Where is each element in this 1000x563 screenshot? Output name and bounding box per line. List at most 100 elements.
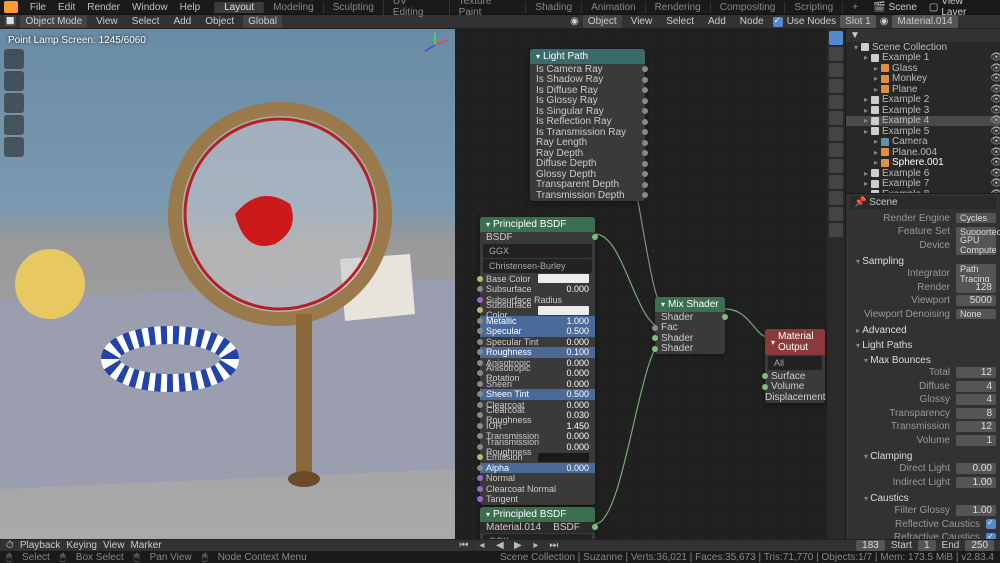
socket-out[interactable]: Is Camera Ray xyxy=(536,64,603,75)
menu-edit[interactable]: Edit xyxy=(52,2,81,13)
material-slot-selector[interactable]: Slot 1 xyxy=(840,15,876,28)
section-maxbounces[interactable]: Max Bounces xyxy=(850,352,996,367)
node-header[interactable]: Mix Shader xyxy=(655,297,725,312)
props-tab-data[interactable] xyxy=(829,191,843,205)
outliner-row[interactable]: ▸Example 6👁 xyxy=(846,168,1000,179)
outliner-row[interactable]: ▸Example 3👁 xyxy=(846,105,1000,116)
timeline-editor-icon[interactable]: ⏱ xyxy=(6,540,14,551)
visibility-toggle[interactable]: 👁 xyxy=(990,73,1000,84)
workspace-tab-layout[interactable]: Layout xyxy=(214,2,263,13)
props-tab-texture[interactable] xyxy=(829,223,843,237)
base-color-swatch[interactable] xyxy=(538,274,590,283)
outliner-row[interactable]: ▸Monkey👁 xyxy=(846,74,1000,85)
workspace-tab-scripting[interactable]: Scripting xyxy=(784,2,842,13)
visibility-toggle[interactable]: 👁 xyxy=(990,168,1000,179)
outliner-row[interactable]: ▸Glass👁 xyxy=(846,63,1000,74)
outliner-row[interactable]: ▸Example 1👁 xyxy=(846,53,1000,64)
node-header[interactable]: Light Path xyxy=(530,49,645,64)
section-caustics[interactable]: Caustics xyxy=(850,490,996,505)
section-lightpaths[interactable]: Light Paths xyxy=(850,337,996,352)
node-mix-shader[interactable]: Mix Shader Shader Fac Shader Shader xyxy=(655,297,725,354)
visibility-toggle[interactable]: 👁 xyxy=(990,94,1000,105)
visibility-toggle[interactable]: 👁 xyxy=(990,157,1000,168)
visibility-toggle[interactable]: 👁 xyxy=(990,136,1000,147)
props-tab-physics[interactable] xyxy=(829,159,843,173)
blender-logo-icon[interactable] xyxy=(4,1,18,13)
node-material-output[interactable]: Material Output All Surface Volume Displ… xyxy=(765,329,825,403)
jump-end-button[interactable]: ⏭ xyxy=(548,541,560,551)
node-header[interactable]: Principled BSDF xyxy=(480,507,595,522)
section-advanced[interactable]: Advanced xyxy=(850,322,996,337)
shader-select-menu[interactable]: Select xyxy=(661,15,699,28)
visibility-toggle[interactable]: 👁 xyxy=(990,178,1000,189)
shader-type-dropdown[interactable]: Object xyxy=(583,15,622,28)
play-button[interactable]: ▶ xyxy=(512,541,524,551)
props-tab-modifier[interactable] xyxy=(829,127,843,141)
node-principled-bsdf-2[interactable]: Principled BSDF Material.014BSDF GGX xyxy=(480,507,595,539)
sss-method-dropdown[interactable]: Christensen-Burley xyxy=(483,259,592,273)
select-menu[interactable]: Select xyxy=(127,15,165,28)
material-name-field[interactable]: Material.014 xyxy=(892,15,957,28)
use-nodes-checkbox[interactable] xyxy=(773,17,783,27)
shader-node-menu[interactable]: Node xyxy=(735,15,769,28)
props-tab-constraints[interactable] xyxy=(829,175,843,189)
scene-selector[interactable]: 🎬Scene xyxy=(867,2,923,13)
outliner-row[interactable]: ▸Example 7👁 xyxy=(846,179,1000,190)
outliner-row[interactable]: ▸Plane.004👁 xyxy=(846,147,1000,158)
orientation-dropdown[interactable]: Global xyxy=(243,15,282,28)
number-input[interactable]: 0.000 xyxy=(566,284,589,294)
shader-view-menu[interactable]: View xyxy=(626,15,658,28)
menu-render[interactable]: Render xyxy=(81,2,126,13)
3d-viewport[interactable]: Point Lamp Screen: 1245/6060 xyxy=(0,29,455,539)
node-light-path[interactable]: Light Path Is Camera Ray Is Shadow Ray I… xyxy=(530,49,645,201)
visibility-toggle[interactable]: 👁 xyxy=(990,63,1000,74)
props-tab-object[interactable] xyxy=(829,111,843,125)
node-header[interactable]: Material Output xyxy=(765,329,825,355)
props-tab-viewlayer[interactable] xyxy=(829,63,843,77)
outliner-filter-icon[interactable]: ▼ xyxy=(850,30,860,41)
reflective-caustics-checkbox[interactable] xyxy=(986,519,996,529)
props-tab-output[interactable] xyxy=(829,47,843,61)
visibility-toggle[interactable]: 👁 xyxy=(990,105,1000,116)
start-frame-input[interactable]: 1 xyxy=(918,540,936,551)
mode-dropdown[interactable]: Object Mode xyxy=(20,15,87,28)
render-engine-dropdown[interactable]: Cycles xyxy=(956,213,996,223)
props-tab-world[interactable] xyxy=(829,95,843,109)
jump-start-button[interactable]: ⏮ xyxy=(458,541,470,551)
play-reverse-button[interactable]: ◀ xyxy=(494,541,506,551)
outliner-row[interactable]: ▸Example 4👁 xyxy=(846,116,1000,127)
visibility-toggle[interactable]: 👁 xyxy=(990,115,1000,126)
visibility-toggle[interactable]: 👁 xyxy=(990,52,1000,63)
shader-editor-icon[interactable]: ◉ xyxy=(570,16,579,27)
outliner-row[interactable]: ▸Example 2👁 xyxy=(846,95,1000,106)
render-samples-input[interactable]: 128 xyxy=(956,282,996,293)
end-frame-input[interactable]: 250 xyxy=(965,540,994,551)
menu-file[interactable]: File xyxy=(24,2,52,13)
node-header[interactable]: Principled BSDF xyxy=(480,217,595,232)
view-menu[interactable]: View xyxy=(91,15,123,28)
visibility-toggle[interactable]: 👁 xyxy=(990,126,1000,137)
editor-type-icon[interactable]: 🔲 xyxy=(4,16,16,27)
prev-keyframe-button[interactable]: ◂ xyxy=(476,541,488,551)
menu-window[interactable]: Window xyxy=(126,2,174,13)
node-principled-bsdf[interactable]: Principled BSDF BSDF GGX Christensen-Bur… xyxy=(480,217,595,505)
shader-add-menu[interactable]: Add xyxy=(703,15,731,28)
next-keyframe-button[interactable]: ▸ xyxy=(530,541,542,551)
outliner[interactable]: ▼ ▾Scene Collection ▸Example 1👁▸Glass👁▸M… xyxy=(846,29,1000,194)
props-tab-particles[interactable] xyxy=(829,143,843,157)
distribution-dropdown[interactable]: GGX xyxy=(483,244,592,258)
add-menu[interactable]: Add xyxy=(168,15,196,28)
visibility-toggle[interactable]: 👁 xyxy=(990,147,1000,158)
shader-node-editor[interactable]: Light Path Is Camera Ray Is Shadow Ray I… xyxy=(455,29,827,539)
outliner-row[interactable]: ▸Plane👁 xyxy=(846,84,1000,95)
workspace-tab-add[interactable]: + xyxy=(842,2,867,13)
props-tab-material[interactable] xyxy=(829,207,843,221)
workspace-tab-texture[interactable]: Texture Paint xyxy=(449,0,526,18)
workspace-tab-uv[interactable]: UV Editing xyxy=(383,0,449,18)
current-frame-input[interactable]: 183 xyxy=(856,540,885,551)
props-tab-render[interactable] xyxy=(829,31,843,45)
object-menu[interactable]: Object xyxy=(200,15,239,28)
workspace-tab-animation[interactable]: Animation xyxy=(581,2,644,13)
workspace-tab-rendering[interactable]: Rendering xyxy=(645,2,710,13)
menu-help[interactable]: Help xyxy=(174,2,207,13)
